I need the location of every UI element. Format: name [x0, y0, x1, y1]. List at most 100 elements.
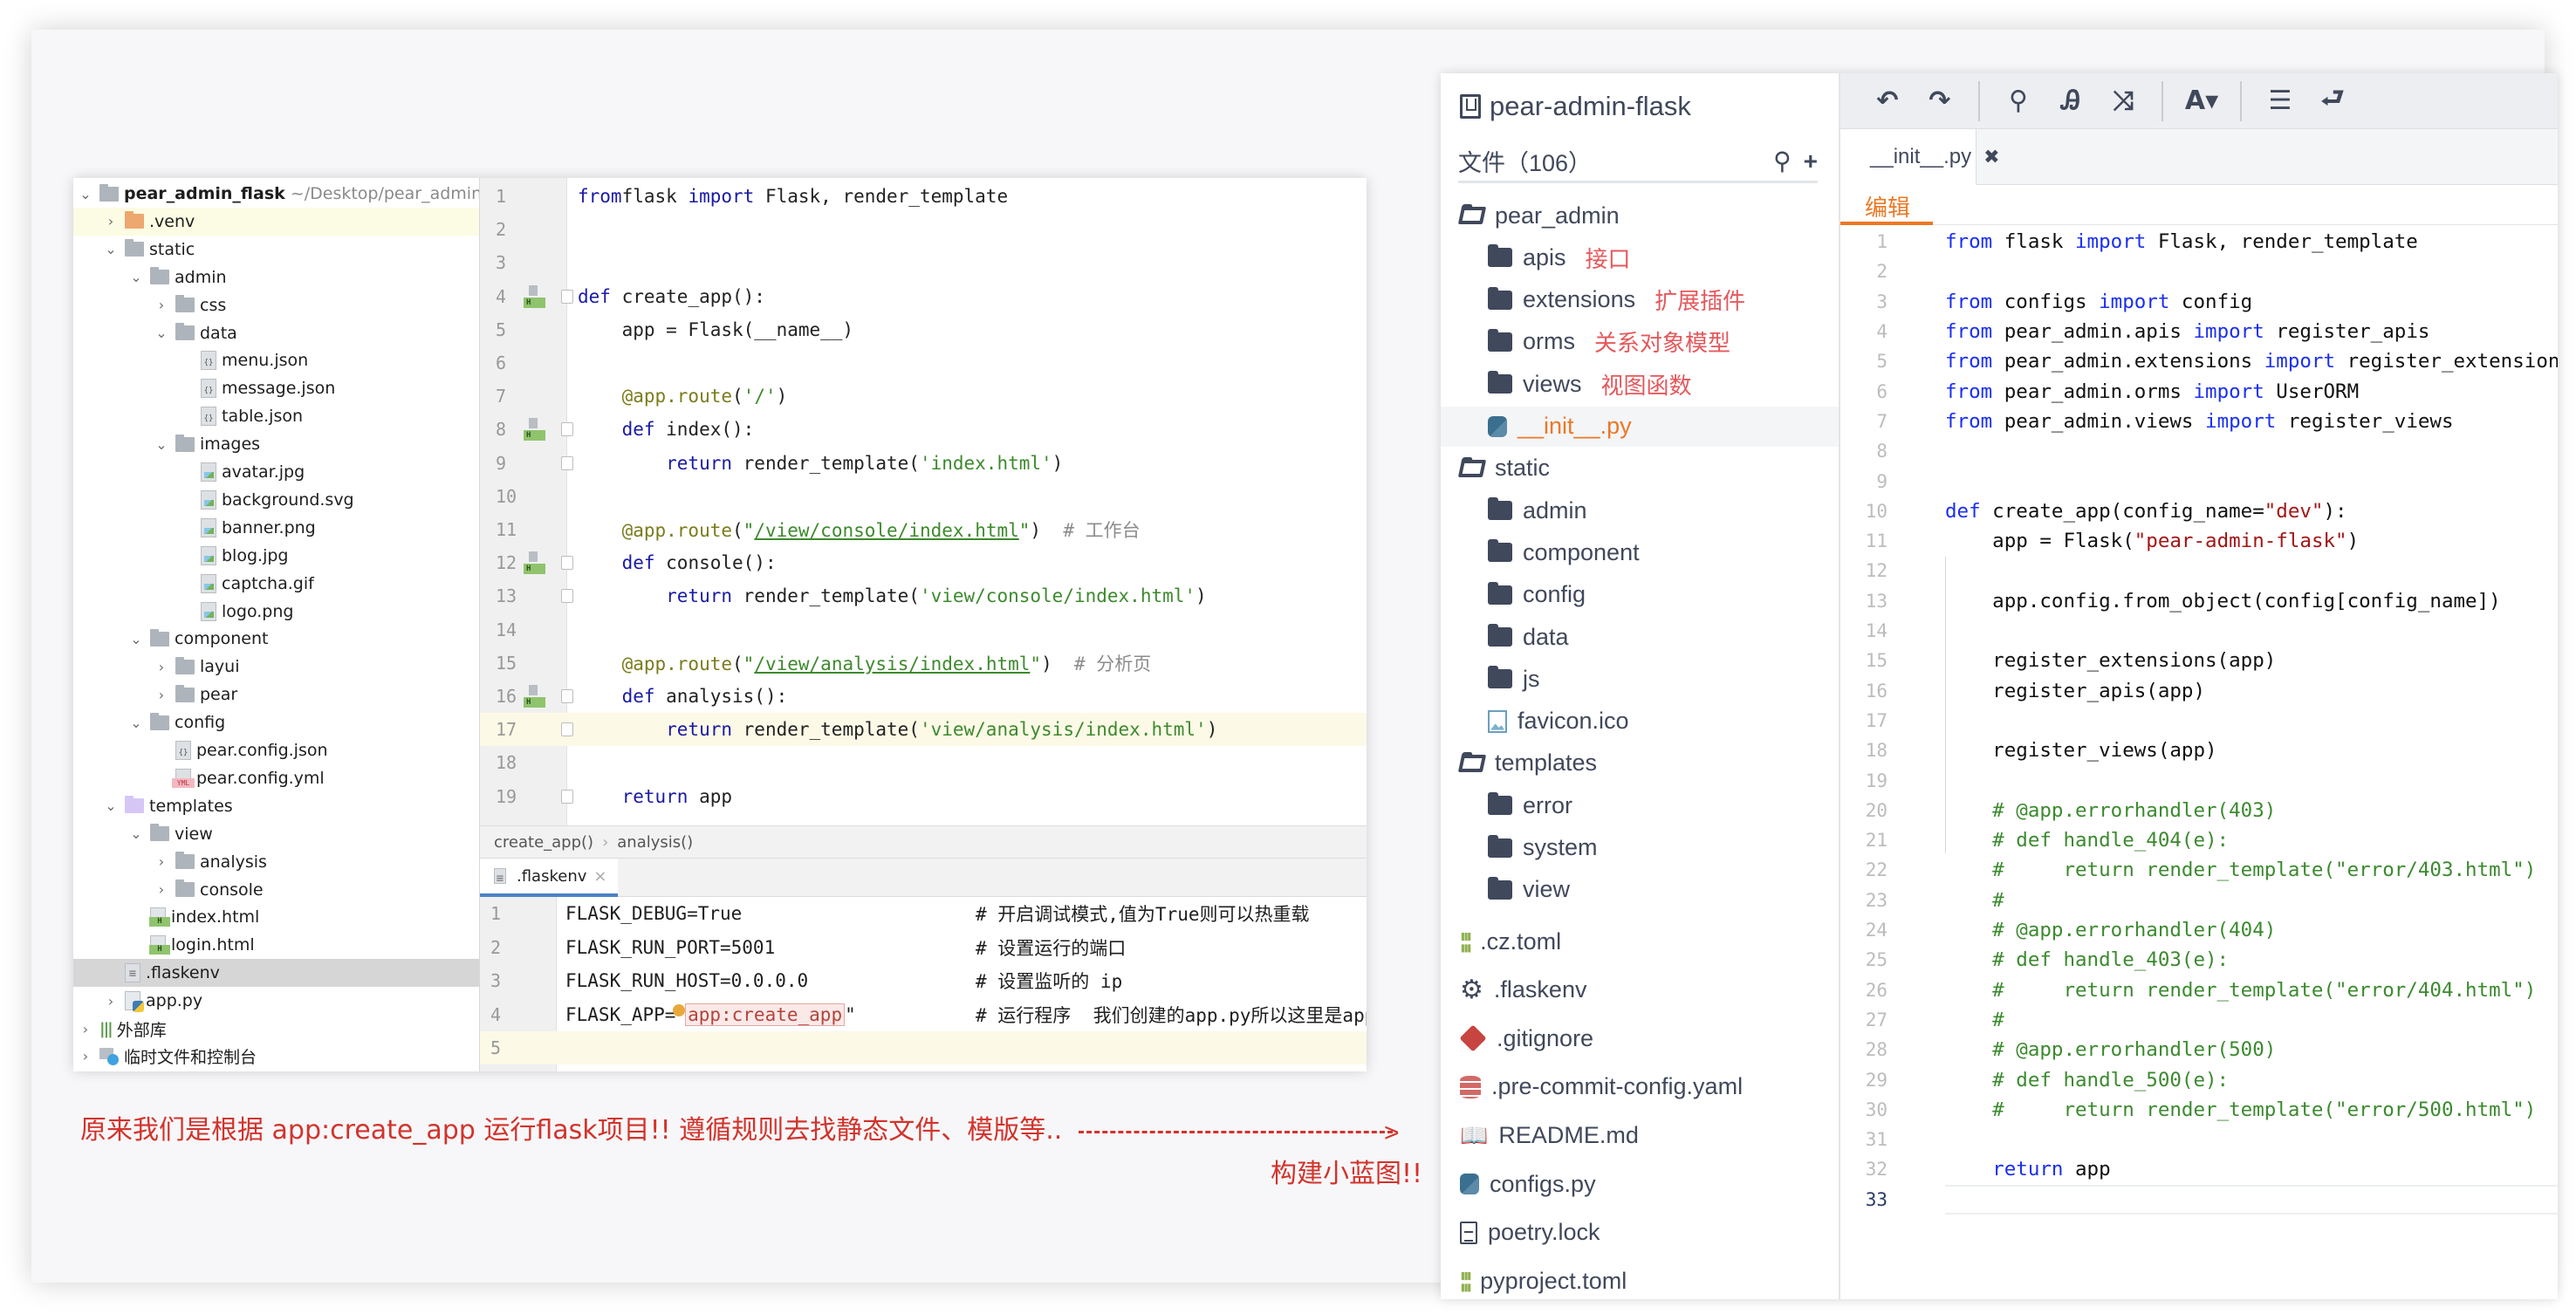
repo-tree-item[interactable]: templates — [1441, 743, 1839, 784]
tree-item[interactable]: {} table.json — [73, 402, 479, 430]
fold-marker-icon[interactable] — [561, 589, 573, 604]
tree-item[interactable]: ⌄ config — [73, 708, 479, 736]
fold-marker-icon[interactable] — [561, 455, 573, 470]
code-line[interactable]: 2 — [480, 213, 1367, 246]
repo-title[interactable]: pear-admin-flask — [1460, 91, 1691, 122]
chevron-right-icon[interactable]: › — [102, 993, 120, 1009]
tree-item[interactable]: {} pear.config.json — [73, 736, 479, 764]
env-line[interactable]: 4 FLASK_APP="app:create_app " # 运行程序 我们创建的a… — [480, 998, 1367, 1031]
repo-tree-item[interactable]: error — [1441, 785, 1839, 825]
repo-tree-item[interactable]: orms 关系对象模型 — [1441, 322, 1839, 362]
tab-edit[interactable]: 编辑 — [1840, 185, 2558, 225]
repo-tree-item[interactable]: favicon.ico — [1441, 701, 1839, 742]
search-icon[interactable]: ⚲ — [1773, 147, 1792, 175]
repo-tree-item[interactable]: apis 接口 — [1441, 237, 1839, 277]
code-line[interactable]: 3 from configs import config — [1840, 287, 2558, 317]
tree-item[interactable]: {} menu.json — [73, 346, 479, 374]
code-line[interactable]: 19 return app — [480, 780, 1367, 813]
repo-tree-item[interactable]: ¦¦¦ .cz.toml — [1441, 921, 1839, 962]
code-line[interactable]: 18 — [480, 746, 1367, 779]
repo-tree-item[interactable]: ¦¦¦ pyproject.toml — [1441, 1261, 1839, 1301]
tree-item[interactable]: ⌄ view — [73, 820, 479, 848]
tree-item[interactable]: pear.config.yml — [73, 764, 479, 792]
code-line[interactable]: 14 — [1840, 616, 2558, 646]
repo-tree-item[interactable]: component — [1441, 532, 1839, 572]
fold-marker-icon[interactable] — [561, 789, 573, 804]
env-line[interactable]: 3 FLASK_RUN_HOST=0.0.0.0 # 设置监听的 ip — [480, 964, 1367, 997]
tree-item[interactable]: ⌄ images — [73, 430, 479, 458]
tree-item[interactable]: › layui — [73, 653, 479, 681]
repo-tree-item[interactable]: __init__.py — [1441, 406, 1839, 447]
tree-item[interactable]: › ||| 外部库 — [73, 1015, 479, 1043]
repo-tree-item[interactable]: static — [1441, 448, 1839, 489]
tree-item[interactable]: ⌄ pear_admin_flask ~/Desktop/pear_admin — [73, 180, 479, 208]
code-line[interactable]: 23 # — [1840, 886, 2558, 915]
fold-marker-icon[interactable] — [561, 556, 573, 571]
repo-tree-item[interactable]: ⚙ .flaskenv — [1441, 970, 1839, 1010]
tree-item[interactable]: › analysis — [73, 848, 479, 876]
code-line[interactable]: 11 app = Flask("pear-admin-flask") — [1840, 526, 2558, 556]
code-line[interactable]: 33 — [1866, 1184, 2558, 1215]
repo-tree-item[interactable]: config — [1441, 575, 1839, 615]
repo-tree-item[interactable]: view — [1441, 870, 1839, 910]
code-line[interactable]: 16 def analysis(): — [480, 680, 1367, 713]
code-line[interactable]: 25 # def handle_403(e): — [1840, 945, 2558, 975]
close-icon[interactable]: ✖ — [1983, 146, 1999, 168]
breadcrumb-item[interactable]: analysis() — [617, 833, 693, 852]
code-editor-app-py[interactable]: 1 fromflask import Flask, render_template… — [480, 178, 1367, 825]
code-line[interactable]: 10 — [480, 480, 1367, 513]
tab-flaskenv[interactable]: .flaskenv × — [480, 859, 618, 897]
code-line[interactable]: 18 register_views(app) — [1840, 736, 2558, 765]
code-line[interactable]: 17 return render_template('view/analysis… — [480, 713, 1367, 747]
warning-bulb-icon[interactable] — [673, 1003, 686, 1016]
tree-item[interactable]: background.svg — [73, 486, 479, 514]
html-template-gutter-icon[interactable] — [524, 418, 545, 441]
tree-item[interactable]: › pear — [73, 681, 479, 708]
env-line[interactable]: 1 FLASK_DEBUG=True # 开启调试模式,值为True则可以热重载 — [480, 897, 1367, 930]
search-button[interactable]: ⚲ — [1992, 86, 2045, 116]
chevron-down-icon[interactable]: ⌄ — [127, 825, 145, 842]
repo-tree-item[interactable]: extensions 扩展插件 — [1441, 280, 1839, 320]
chevron-down-icon[interactable]: ⌄ — [127, 715, 145, 731]
code-line[interactable]: 10 def create_app(config_name="dev"): — [1840, 496, 2558, 526]
code-line[interactable]: 19 — [1840, 765, 2558, 795]
tree-item[interactable]: › app.py — [73, 987, 479, 1015]
chevron-down-icon[interactable]: ⌄ — [127, 631, 145, 647]
chevron-right-icon[interactable]: › — [153, 659, 170, 675]
repo-tree-item[interactable]: system — [1441, 828, 1839, 868]
font-button[interactable]: A▾ — [2175, 86, 2228, 116]
code-line[interactable]: 8 — [1840, 436, 2558, 466]
env-line[interactable]: 5 — [480, 1031, 1367, 1064]
code-line[interactable]: 5 from pear_admin.extensions import regis… — [1840, 346, 2558, 376]
repo-tree-item[interactable]: pear_admin — [1441, 195, 1839, 236]
tree-item[interactable]: › 临时文件和控制台 — [73, 1043, 479, 1071]
code-line[interactable]: 4 from pear_admin.apis import register_ap… — [1840, 317, 2558, 346]
repo-tree-item[interactable]: .pre-commit-config.yaml — [1441, 1067, 1839, 1107]
repo-tree-item[interactable]: data — [1441, 617, 1839, 657]
breadcrumb-item[interactable]: create_app() — [494, 833, 593, 852]
wrap-button[interactable]: ⮐ — [2306, 79, 2359, 123]
chevron-right-icon[interactable]: › — [102, 213, 120, 229]
code-line[interactable]: 1 from flask import Flask, render_templat… — [1840, 227, 2558, 257]
code-line[interactable]: 32 return app — [1840, 1154, 2558, 1184]
chevron-down-icon[interactable]: ⌄ — [102, 797, 120, 814]
html-template-gutter-icon[interactable] — [524, 685, 545, 708]
code-line[interactable]: 22 # return render_template("error/403.h… — [1840, 855, 2558, 885]
repo-tree-item[interactable]: 📖 README.md — [1441, 1115, 1839, 1155]
code-line[interactable]: 9 — [1840, 466, 2558, 496]
code-line[interactable]: 6 from pear_admin.orms import UserORM — [1840, 377, 2558, 407]
tree-item[interactable]: › .venv — [73, 207, 479, 236]
fold-marker-icon[interactable] — [561, 422, 573, 437]
code-line[interactable]: 2 — [1840, 257, 2558, 286]
repo-tree-item[interactable]: .gitignore — [1441, 1018, 1839, 1058]
code-line[interactable]: 24 # @app.errorhandler(404) — [1840, 915, 2558, 945]
repo-tree-item[interactable]: js — [1441, 659, 1839, 699]
add-file-icon[interactable]: + — [1804, 147, 1818, 175]
repo-tree-item[interactable]: configs.py — [1441, 1164, 1839, 1204]
tree-item[interactable]: index.html — [73, 903, 479, 931]
fold-marker-icon[interactable] — [561, 289, 573, 304]
code-line[interactable]: 29 # def handle_500(e): — [1840, 1064, 2558, 1094]
code-line[interactable]: 14 — [480, 613, 1367, 647]
undo-button[interactable]: ↶ — [1861, 86, 1914, 116]
code-line[interactable]: 9 return render_template('index.html') — [480, 447, 1367, 480]
